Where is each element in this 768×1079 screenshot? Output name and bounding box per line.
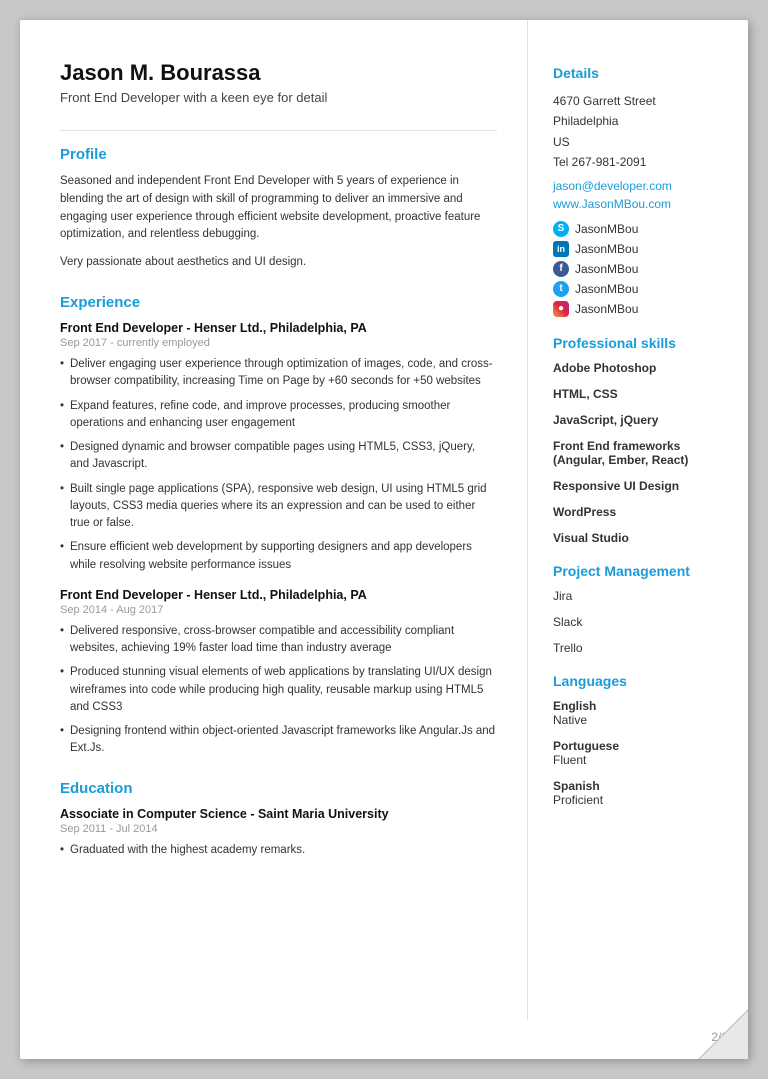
website-anchor[interactable]: www.JasonMBou.com (553, 197, 671, 211)
professional-skills-section: Professional skills Adobe Photoshop HTML… (553, 335, 723, 545)
project-management-section: Project Management Jira Slack Trello (553, 563, 723, 655)
facebook-handle: JasonMBou (575, 262, 638, 276)
facebook-icon: f (553, 261, 569, 277)
skill-5: Responsive UI Design (553, 479, 723, 493)
linkedin-handle: JasonMBou (575, 242, 638, 256)
right-column: Details 4670 Garrett Street Philadelphia… (528, 20, 748, 1020)
bullet: Graduated with the highest academy remar… (60, 842, 497, 859)
twitter-icon: t (553, 281, 569, 297)
details-section: Details 4670 Garrett Street Philadelphia… (553, 65, 723, 317)
bullet: Built single page applications (SPA), re… (60, 481, 497, 533)
skill-4: Front End frameworks (Angular, Ember, Re… (553, 439, 723, 467)
job-2-title: Front End Developer - Henser Ltd., Phila… (60, 588, 497, 602)
profile-text-2: Very passionate about aesthetics and UI … (60, 254, 497, 272)
skype-row: S JasonMBou (553, 221, 723, 237)
address-line-3: US (553, 132, 723, 152)
skill-7: Visual Studio (553, 531, 723, 545)
instagram-row: ● JasonMBou (553, 301, 723, 317)
lang-3: Spanish Proficient (553, 779, 723, 807)
professional-skills-heading: Professional skills (553, 335, 723, 351)
facebook-row: f JasonMBou (553, 261, 723, 277)
job-1: Front End Developer - Henser Ltd., Phila… (60, 321, 497, 574)
lang-3-level: Proficient (553, 793, 723, 807)
left-column: Jason M. Bourassa Front End Developer wi… (20, 20, 528, 1020)
header: Jason M. Bourassa Front End Developer wi… (60, 60, 497, 105)
profile-section: Profile Seasoned and independent Front E… (60, 146, 497, 272)
lang-3-name: Spanish (553, 779, 723, 793)
education-section: Education Associate in Computer Science … (60, 780, 497, 859)
skill-1: Adobe Photoshop (553, 361, 723, 375)
bullet: Deliver engaging user experience through… (60, 356, 497, 391)
page-wrapper: Jason M. Bourassa Front End Developer wi… (20, 20, 748, 1059)
bullet: Delivered responsive, cross-browser comp… (60, 623, 497, 658)
candidate-title: Front End Developer with a keen eye for … (60, 90, 497, 105)
languages-section: Languages English Native Portuguese Flue… (553, 673, 723, 807)
bullet: Ensure efficient web development by supp… (60, 539, 497, 574)
tel: Tel 267-981-2091 (553, 152, 723, 172)
address-line-1: 4670 Garrett Street (553, 91, 723, 111)
lang-2: Portuguese Fluent (553, 739, 723, 767)
page-curl (688, 999, 748, 1059)
website-link[interactable]: www.JasonMBou.com (553, 195, 723, 213)
job-1-bullets: Deliver engaging user experience through… (60, 356, 497, 574)
project-management-heading: Project Management (553, 563, 723, 579)
lang-2-level: Fluent (553, 753, 723, 767)
languages-heading: Languages (553, 673, 723, 689)
bullet: Expand features, refine code, and improv… (60, 398, 497, 433)
skill-6: WordPress (553, 505, 723, 519)
skype-handle: JasonMBou (575, 222, 638, 236)
profile-heading: Profile (60, 146, 497, 163)
skill-2: HTML, CSS (553, 387, 723, 401)
details-heading: Details (553, 65, 723, 81)
job-1-title: Front End Developer - Henser Ltd., Phila… (60, 321, 497, 335)
pm-item-2: Slack (553, 615, 723, 629)
lang-1-level: Native (553, 713, 723, 727)
job-2: Front End Developer - Henser Ltd., Phila… (60, 588, 497, 758)
twitter-handle: JasonMBou (575, 282, 638, 296)
lang-1: English Native (553, 699, 723, 727)
job-2-date: Sep 2014 - Aug 2017 (60, 604, 497, 616)
address-line-2: Philadelphia (553, 111, 723, 131)
experience-section: Experience Front End Developer - Henser … (60, 294, 497, 758)
experience-heading: Experience (60, 294, 497, 311)
bullet: Produced stunning visual elements of web… (60, 664, 497, 716)
lang-1-name: English (553, 699, 723, 713)
pm-item-1: Jira (553, 589, 723, 603)
education-date: Sep 2011 - Jul 2014 (60, 823, 497, 835)
skype-icon: S (553, 221, 569, 237)
education-bullets: Graduated with the highest academy remar… (60, 842, 497, 859)
instagram-handle: JasonMBou (575, 302, 638, 316)
email-link[interactable]: jason@developer.com (553, 177, 723, 195)
job-1-date: Sep 2017 - currently employed (60, 337, 497, 349)
linkedin-row: in JasonMBou (553, 241, 723, 257)
linkedin-icon: in (553, 241, 569, 257)
page-number: 2/2 (20, 1020, 748, 1059)
profile-text-1: Seasoned and independent Front End Devel… (60, 173, 497, 244)
bullet: Designed dynamic and browser compatible … (60, 439, 497, 474)
education-heading: Education (60, 780, 497, 797)
lang-2-name: Portuguese (553, 739, 723, 753)
education-item-1: Associate in Computer Science - Saint Ma… (60, 807, 497, 859)
candidate-name: Jason M. Bourassa (60, 60, 497, 86)
pm-item-3: Trello (553, 641, 723, 655)
skill-3: JavaScript, jQuery (553, 413, 723, 427)
job-2-bullets: Delivered responsive, cross-browser comp… (60, 623, 497, 758)
instagram-icon: ● (553, 301, 569, 317)
twitter-row: t JasonMBou (553, 281, 723, 297)
bullet: Designing frontend within object-oriente… (60, 723, 497, 758)
email-anchor[interactable]: jason@developer.com (553, 179, 672, 193)
degree-title: Associate in Computer Science - Saint Ma… (60, 807, 497, 821)
